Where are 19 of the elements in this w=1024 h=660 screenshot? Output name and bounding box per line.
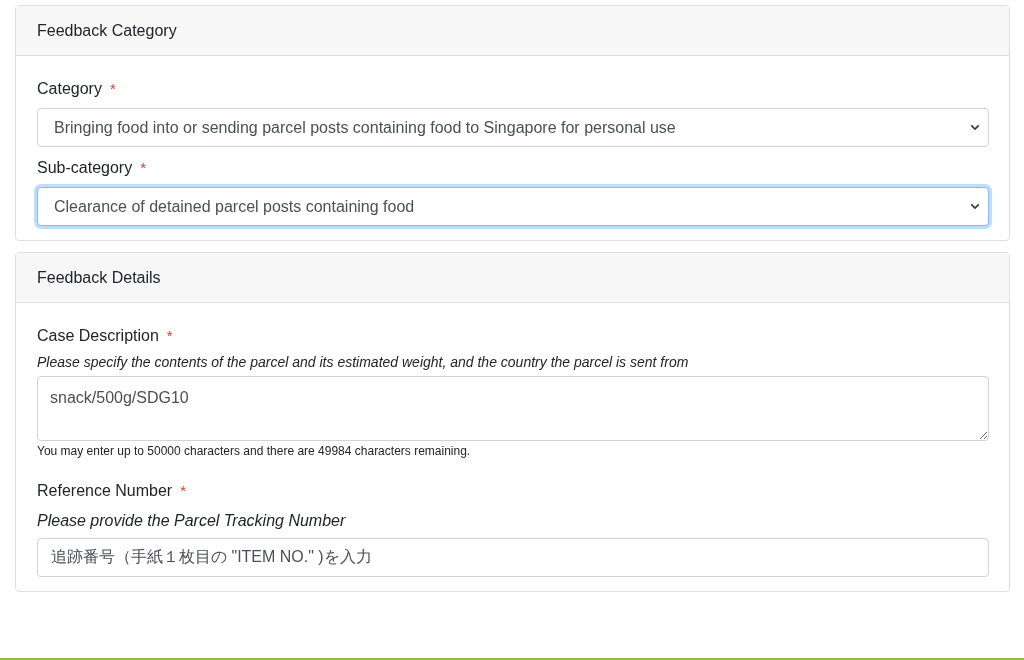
field-label: Sub-category xyxy=(37,159,133,177)
required-mark: * xyxy=(109,80,116,97)
required-mark: * xyxy=(180,482,186,499)
card-header: Feedback Details xyxy=(16,253,1009,303)
chevron-down-icon xyxy=(970,124,980,131)
chevron-down-icon xyxy=(970,203,980,210)
required-mark: * xyxy=(166,327,173,344)
dropdown-field[interactable]: Bringing food into or sending parcel posts containing food to Singapore for personal use xyxy=(37,108,989,147)
field-label: Category xyxy=(37,80,102,98)
required-mark: * xyxy=(140,159,146,176)
field-hint: Please provide the Parcel Tracking Number xyxy=(37,512,347,530)
field-label: Reference Number xyxy=(37,482,173,500)
character-counter: You may enter up to 50000 characters and there are 49984 characters remaining. xyxy=(37,444,472,458)
card-header: Feedback Category xyxy=(16,6,1009,56)
field-label: Case Description xyxy=(37,327,159,345)
input-field[interactable]: 追跡番号（手紙１枚目の "ITEM NO." )を入力 xyxy=(37,538,989,577)
field-hint: Please specify the contents of the parcel and its estimated weight, and the country the parcel is sent from xyxy=(37,354,690,370)
dropdown-field[interactable]: Clearance of detained parcel posts containing food xyxy=(37,187,989,226)
text-area[interactable]: snack/500g/SDG10 xyxy=(37,376,989,441)
